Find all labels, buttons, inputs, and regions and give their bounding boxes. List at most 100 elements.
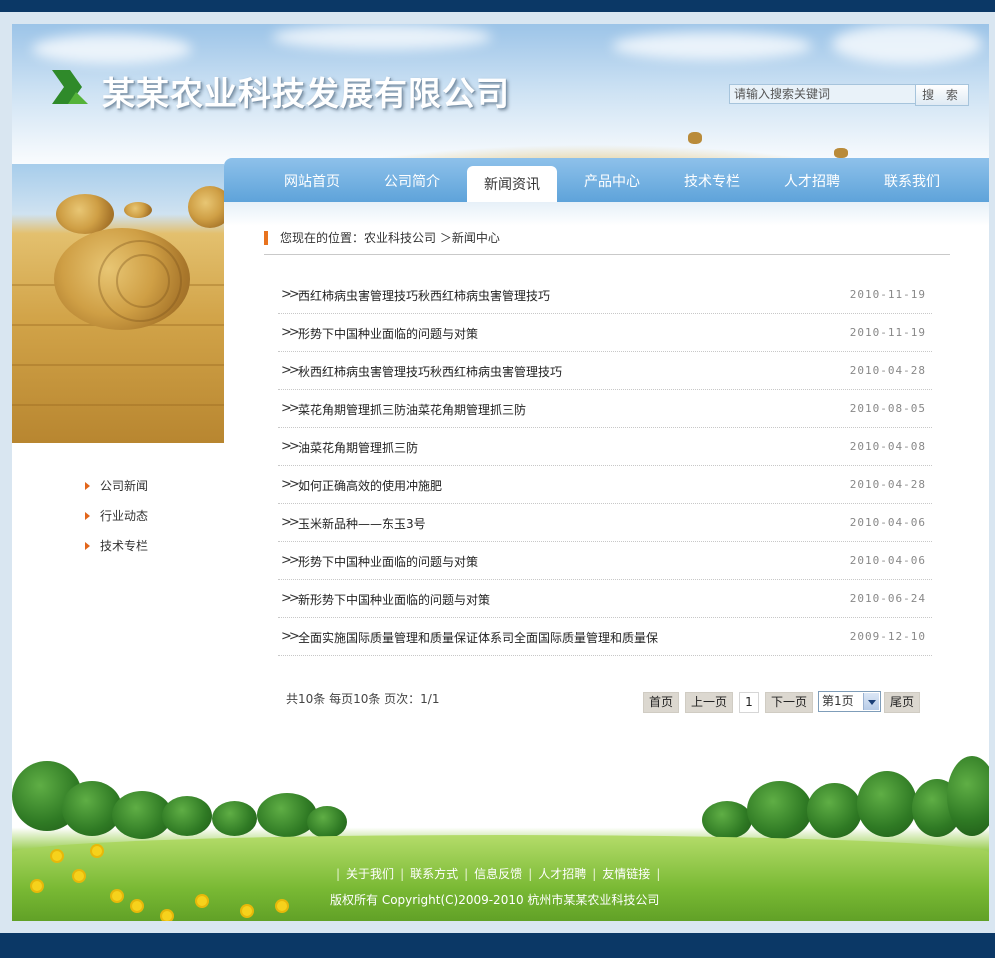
news-row[interactable]: >> 秋西红柿病虫害管理技巧秋西红柿病虫害管理技巧 2010-04-28	[278, 352, 932, 390]
nav-shadow	[224, 202, 989, 226]
news-date: 2010-04-06	[849, 554, 926, 567]
hay-bale-distant	[834, 148, 848, 158]
news-row[interactable]: >> 油菜花角期管理抓三防 2010-04-08	[278, 428, 932, 466]
news-title[interactable]: 油菜花角期管理抓三防	[298, 439, 418, 456]
nav-item-products[interactable]: 产品中心	[572, 158, 652, 202]
nav-item-about[interactable]: 公司简介	[372, 158, 452, 202]
double-chevron-icon: >>	[281, 553, 300, 568]
pager-first-button[interactable]: 首页	[643, 692, 679, 713]
nav-item-jobs[interactable]: 人才招聘	[772, 158, 852, 202]
side-item-tech-column[interactable]: 技术专栏	[82, 534, 148, 564]
breadcrumb-marker	[264, 231, 268, 245]
hay-bale	[188, 186, 224, 228]
pager-last-button[interactable]: 尾页	[884, 692, 920, 713]
pager-select-value: 第1页	[822, 694, 854, 708]
separator: |	[336, 867, 341, 881]
tree	[307, 806, 347, 838]
hay-bale-distant	[688, 132, 702, 144]
bottom-bar	[0, 933, 995, 958]
news-title[interactable]: 全面实施国际质量管理和质量保证体系司全面国际质量管理和质量保	[298, 629, 658, 646]
double-chevron-icon: >>	[281, 515, 300, 530]
pager-prev-button[interactable]: 上一页	[685, 692, 733, 713]
flower	[132, 901, 142, 911]
double-chevron-icon: >>	[281, 477, 300, 492]
copyright-text: 版权所有 Copyright(C)2009-2010 杭州市某某农业科技公司	[330, 893, 660, 907]
news-date: 2010-04-06	[849, 516, 926, 529]
chevron-down-icon	[863, 693, 879, 710]
news-title[interactable]: 形势下中国种业面临的问题与对策	[298, 325, 478, 342]
footer-scene: | 关于我们 | 联系方式 | 信息反馈 | 人才招聘 | 友情链接 | 版权所有 Copyrigh…	[12, 751, 989, 921]
nav-item-contact[interactable]: 联系我们	[872, 158, 952, 202]
hay-bale-ring	[116, 254, 170, 308]
news-title[interactable]: 玉米新品种——东玉3号	[298, 515, 426, 532]
side-item-industry-news[interactable]: 行业动态	[82, 504, 148, 534]
main-nav: 网站首页 公司简介 新闻资讯 产品中心 技术专栏 人才招聘 联系我们	[224, 158, 989, 202]
cloud	[832, 24, 982, 64]
news-row[interactable]: >> 全面实施国际质量管理和质量保证体系司全面国际质量管理和质量保 2009-12-…	[278, 618, 932, 656]
tree	[807, 783, 862, 838]
flower	[277, 901, 287, 911]
news-title[interactable]: 菜花角期管理抓三防油菜花角期管理抓三防	[298, 401, 526, 418]
tree	[947, 756, 989, 836]
nav-item-news[interactable]: 新闻资讯	[467, 166, 557, 202]
pager-page-select[interactable]: 第1页	[818, 691, 881, 712]
breadcrumb-text: 您现在的位置：农业科技公司 ＞新闻中心	[280, 231, 500, 245]
side-item-label: 公司新闻	[100, 479, 149, 493]
flower	[74, 871, 84, 881]
news-row[interactable]: >> 形势下中国种业面临的问题与对策 2010-11-19	[278, 314, 932, 352]
double-chevron-icon: >>	[281, 401, 300, 416]
separator: |	[592, 867, 597, 881]
arrow-right-icon	[85, 482, 90, 490]
company-logo-text: 某某农业科技发展有限公司	[102, 74, 510, 113]
pager-info: 共10条 每页10条 页次：1/1	[286, 692, 440, 706]
tree	[857, 771, 917, 837]
side-item-label: 技术专栏	[100, 539, 149, 553]
hay-bale	[124, 202, 152, 218]
tree	[212, 801, 257, 836]
search-input[interactable]: 请输入搜索关键词	[729, 84, 917, 104]
flower	[197, 896, 207, 906]
side-item-label: 行业动态	[100, 509, 149, 523]
footer-link-jobs[interactable]: 人才招聘	[538, 867, 586, 881]
side-menu: 公司新闻 行业动态 技术专栏	[82, 474, 148, 564]
arrow-right-icon	[85, 542, 90, 550]
flower	[112, 891, 122, 901]
news-row[interactable]: >> 西红柿病虫害管理技巧秋西红柿病虫害管理技巧 2010-11-19	[278, 276, 932, 314]
nav-item-tech[interactable]: 技术专栏	[672, 158, 752, 202]
pager-next-button[interactable]: 下一页	[765, 692, 813, 713]
double-chevron-icon: >>	[281, 439, 300, 454]
top-bar	[0, 0, 995, 12]
field-stripe	[12, 364, 224, 366]
news-date: 2010-11-19	[849, 288, 926, 301]
news-date: 2010-08-05	[849, 402, 926, 415]
news-title[interactable]: 秋西红柿病虫害管理技巧秋西红柿病虫害管理技巧	[298, 363, 562, 380]
side-item-company-news[interactable]: 公司新闻	[82, 474, 148, 504]
search-button[interactable]: 搜 索	[915, 84, 969, 106]
footer-link-friends[interactable]: 友情链接	[602, 867, 650, 881]
double-chevron-icon: >>	[281, 287, 300, 302]
news-date: 2010-04-08	[849, 440, 926, 453]
hay-bale	[56, 194, 114, 234]
separator: |	[464, 867, 469, 881]
news-title[interactable]: 形势下中国种业面临的问题与对策	[298, 553, 478, 570]
nav-item-home[interactable]: 网站首页	[272, 158, 352, 202]
news-row[interactable]: >> 新形势下中国种业面临的问题与对策 2010-06-24	[278, 580, 932, 618]
field-stripe	[12, 404, 224, 406]
separator: |	[656, 867, 661, 881]
news-title[interactable]: 新形势下中国种业面临的问题与对策	[298, 591, 490, 608]
news-title[interactable]: 西红柿病虫害管理技巧秋西红柿病虫害管理技巧	[298, 287, 550, 304]
news-date: 2010-06-24	[849, 592, 926, 605]
news-list: >> 西红柿病虫害管理技巧秋西红柿病虫害管理技巧 2010-11-19 >> 形势下中…	[278, 276, 932, 656]
flower	[92, 846, 102, 856]
footer-link-about[interactable]: 关于我们	[346, 867, 394, 881]
footer-links: | 关于我们 | 联系方式 | 信息反馈 | 人才招聘 | 友情链接 |	[330, 865, 666, 882]
news-row[interactable]: >> 玉米新品种——东玉3号 2010-04-06	[278, 504, 932, 542]
news-row[interactable]: >> 如何正确高效的使用冲施肥 2010-04-28	[278, 466, 932, 504]
news-row[interactable]: >> 形势下中国种业面临的问题与对策 2010-04-06	[278, 542, 932, 580]
footer-link-feedback[interactable]: 信息反馈	[474, 867, 522, 881]
news-row[interactable]: >> 菜花角期管理抓三防油菜花角期管理抓三防 2010-08-05	[278, 390, 932, 428]
footer-link-contact[interactable]: 联系方式	[410, 867, 458, 881]
pager-current-page[interactable]: 1	[739, 692, 759, 713]
news-title[interactable]: 如何正确高效的使用冲施肥	[298, 477, 442, 494]
double-chevron-icon: >>	[281, 363, 300, 378]
